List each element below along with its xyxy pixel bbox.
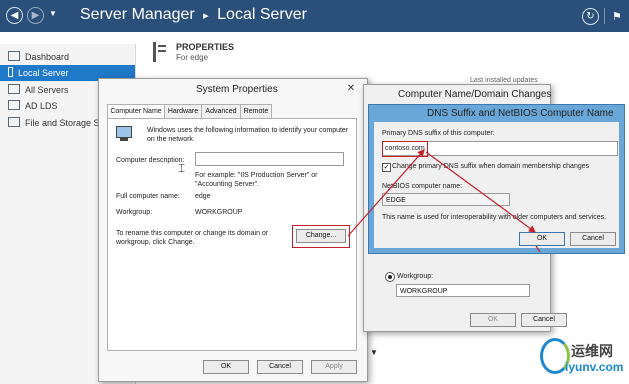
domain-workgroup-input[interactable]: WORKGROUP — [396, 284, 530, 297]
domain-changes-title: Computer Name/Domain Changes — [398, 89, 552, 100]
computer-description-input[interactable] — [195, 152, 344, 166]
dashboard-icon — [8, 51, 20, 61]
toolbar-divider — [604, 8, 605, 24]
computer-icon — [116, 126, 136, 142]
properties-title: PROPERTIES — [176, 42, 235, 52]
history-dropdown-icon[interactable]: ▼ — [49, 9, 57, 18]
sidebar-item-label: Dashboard — [25, 52, 70, 62]
change-dns-checkbox-label: Change primary DNS suffix when domain me… — [392, 163, 590, 170]
system-ok-button[interactable]: OK — [203, 360, 249, 374]
watermark-chinese: 运维网 — [571, 343, 613, 359]
properties-icon — [153, 42, 167, 62]
sidebar-item-label: All Servers — [25, 85, 69, 95]
breadcrumb-separator: ▸ — [203, 10, 209, 22]
sidebar-item-label: Local Server — [18, 68, 69, 78]
back-icon[interactable]: ◀ — [6, 7, 23, 24]
rename-instructions: To rename this computer or change its do… — [116, 230, 269, 246]
sidebar-item-label: File and Storage Se — [25, 118, 105, 128]
forward-icon[interactable]: ▶ — [27, 7, 44, 24]
system-properties-close-icon[interactable]: ✕ — [344, 83, 358, 95]
full-computer-name-label: Full computer name: — [116, 193, 180, 200]
workgroup-radio[interactable] — [385, 272, 395, 282]
watermark-latin: iyunv.com — [565, 360, 624, 374]
netbios-input: EDGE — [382, 193, 510, 206]
full-computer-name-value: edge — [195, 193, 211, 200]
storage-icon — [8, 117, 20, 127]
system-properties-title: System Properties — [196, 84, 278, 95]
last-installed-label: Last installed updates — [470, 77, 538, 84]
sidebar-item-dashboard[interactable]: Dashboard — [0, 49, 135, 65]
domain-workgroup-label: Workgroup: — [397, 273, 434, 280]
notifications-flag-icon[interactable]: ⚑ — [612, 10, 622, 23]
breadcrumb: Server Manager ▸ Local Server — [80, 6, 307, 24]
description-example: For example: "IIS Production Server" or … — [195, 172, 318, 188]
workgroup-label: Workgroup: — [116, 209, 153, 216]
ad-lds-icon — [8, 100, 20, 110]
domain-cancel-button[interactable]: Cancel — [521, 313, 567, 327]
system-cancel-button[interactable]: Cancel — [257, 360, 303, 374]
breadcrumb-current: Local Server — [217, 6, 307, 23]
change-button[interactable]: Change... — [296, 229, 346, 243]
mouse-cursor-icon: ⌶ — [178, 161, 186, 175]
netbios-note: This name is used for interoperability w… — [382, 214, 607, 221]
breadcrumb-parent[interactable]: Server Manager — [80, 6, 195, 23]
dns-suffix-title: DNS Suffix and NetBIOS Computer Name — [427, 108, 614, 119]
computer-description-label: Computer description: — [116, 157, 185, 164]
dropdown-caret-icon[interactable]: ▼ — [370, 348, 378, 357]
primary-dns-label: Primary DNS suffix of this computer: — [382, 130, 495, 137]
system-apply-button[interactable]: Apply — [311, 360, 357, 374]
intro-text: Windows uses the following information t… — [147, 127, 349, 143]
dns-cancel-button[interactable]: Cancel — [570, 232, 616, 246]
server-manager-titlebar: ◀ ▶ ▼ Server Manager ▸ Local Server ↻ ⚑ — [0, 0, 629, 32]
netbios-label: NetBIOS computer name: — [382, 183, 463, 190]
properties-subtitle: For edge — [176, 53, 209, 62]
servers-icon — [8, 84, 20, 94]
sidebar-item-label: AD LDS — [25, 101, 58, 111]
domain-ok-button[interactable]: OK — [470, 313, 516, 327]
dns-ok-button[interactable]: OK — [519, 232, 565, 246]
refresh-icon[interactable]: ↻ — [582, 8, 599, 25]
change-dns-checkbox[interactable]: ✓ — [382, 163, 391, 172]
server-icon — [8, 67, 13, 77]
workgroup-value: WORKGROUP — [195, 209, 243, 216]
primary-dns-value: contoso.com — [385, 145, 425, 152]
